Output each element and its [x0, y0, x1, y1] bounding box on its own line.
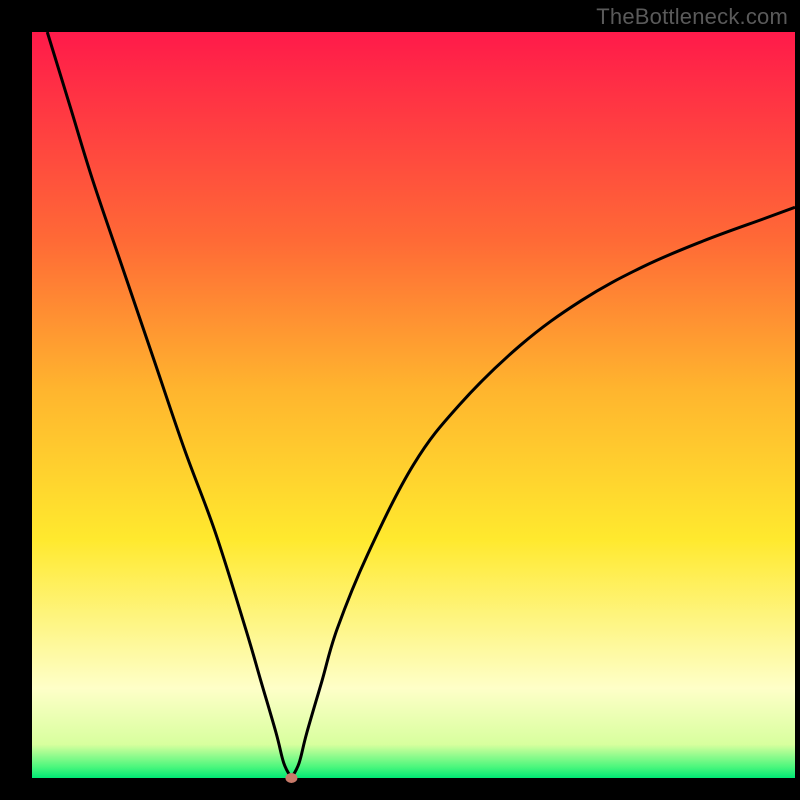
- chart-frame: TheBottleneck.com: [0, 0, 800, 800]
- min-point-marker: [285, 773, 297, 783]
- plot-background: [32, 32, 795, 778]
- chart-svg: [0, 0, 800, 800]
- watermark-text: TheBottleneck.com: [596, 4, 788, 30]
